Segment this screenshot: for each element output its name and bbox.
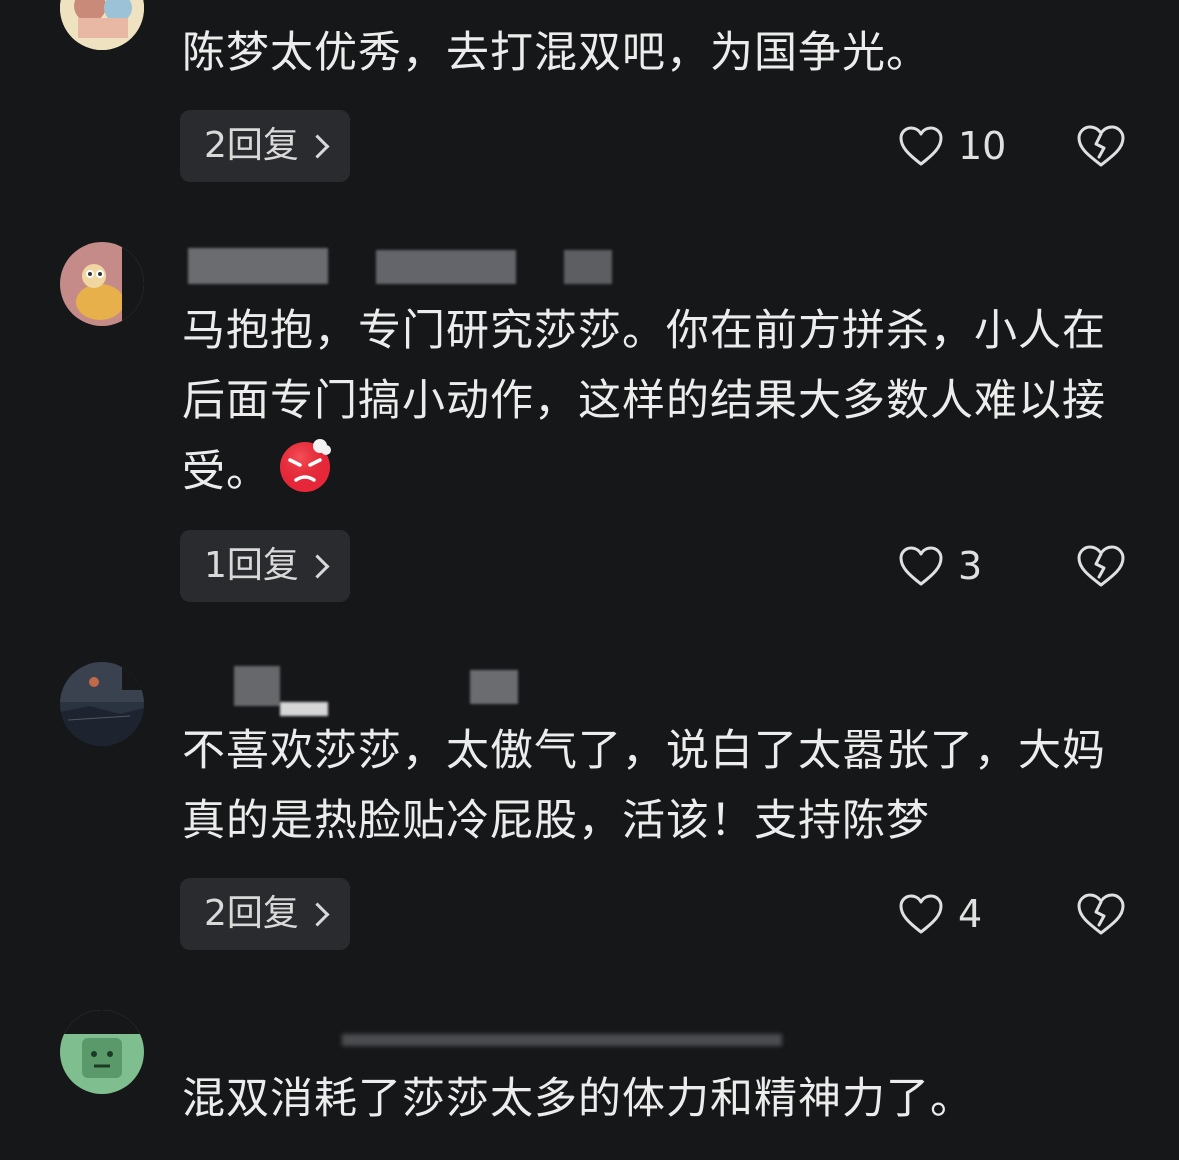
chevron-right-icon [305, 901, 330, 927]
replies-button[interactable]: 1回复 [180, 530, 350, 602]
dislike-button[interactable] [1074, 878, 1128, 950]
broken-heart-icon [1077, 545, 1125, 587]
avatar[interactable] [60, 1010, 144, 1094]
avatar[interactable] [60, 242, 144, 326]
angry-face-emoji [280, 439, 331, 492]
comment-meta-blurred [182, 662, 542, 716]
dislike-button[interactable] [1074, 530, 1128, 602]
like-button[interactable]: 3 [898, 530, 982, 602]
like-count: 3 [958, 544, 983, 588]
comment-text: 马抱抱，专门研究莎莎。你在前方拼杀，小人在后面专门搞小动作，这样的结果大多数人难… [182, 296, 1122, 507]
heart-outline-icon [899, 546, 943, 586]
like-count: 10 [958, 124, 1007, 168]
replies-button[interactable]: 2回复 [180, 878, 350, 950]
dislike-button[interactable] [1074, 110, 1128, 182]
comment-text: 混双消耗了莎莎太多的体力和精神力了。 [182, 1074, 974, 1124]
heart-outline-icon [899, 894, 943, 934]
comment-text: 不喜欢莎莎，太傲气了，说白了太嚣张了，大妈真的是热脸贴冷屁股，活该！支持陈梦 [182, 726, 1106, 846]
like-count: 4 [958, 892, 983, 936]
heart-outline-icon [899, 126, 943, 166]
chevron-right-icon [305, 133, 330, 159]
broken-heart-icon [1077, 125, 1125, 167]
replies-count: 2回复 [204, 125, 299, 166]
like-button[interactable]: 4 [898, 878, 982, 950]
replies-button[interactable]: 2回复 [180, 110, 350, 182]
avatar[interactable] [60, 0, 144, 50]
comment-text: 陈梦太优秀，去打混双吧，为国争光。 [182, 28, 930, 78]
avatar[interactable] [60, 662, 144, 746]
chevron-right-icon [305, 553, 330, 579]
comment-meta-blurred [182, 244, 642, 284]
replies-count: 1回复 [204, 545, 299, 586]
replies-count: 2回复 [204, 893, 299, 934]
like-button[interactable]: 10 [898, 110, 1006, 182]
broken-heart-icon [1077, 893, 1125, 935]
